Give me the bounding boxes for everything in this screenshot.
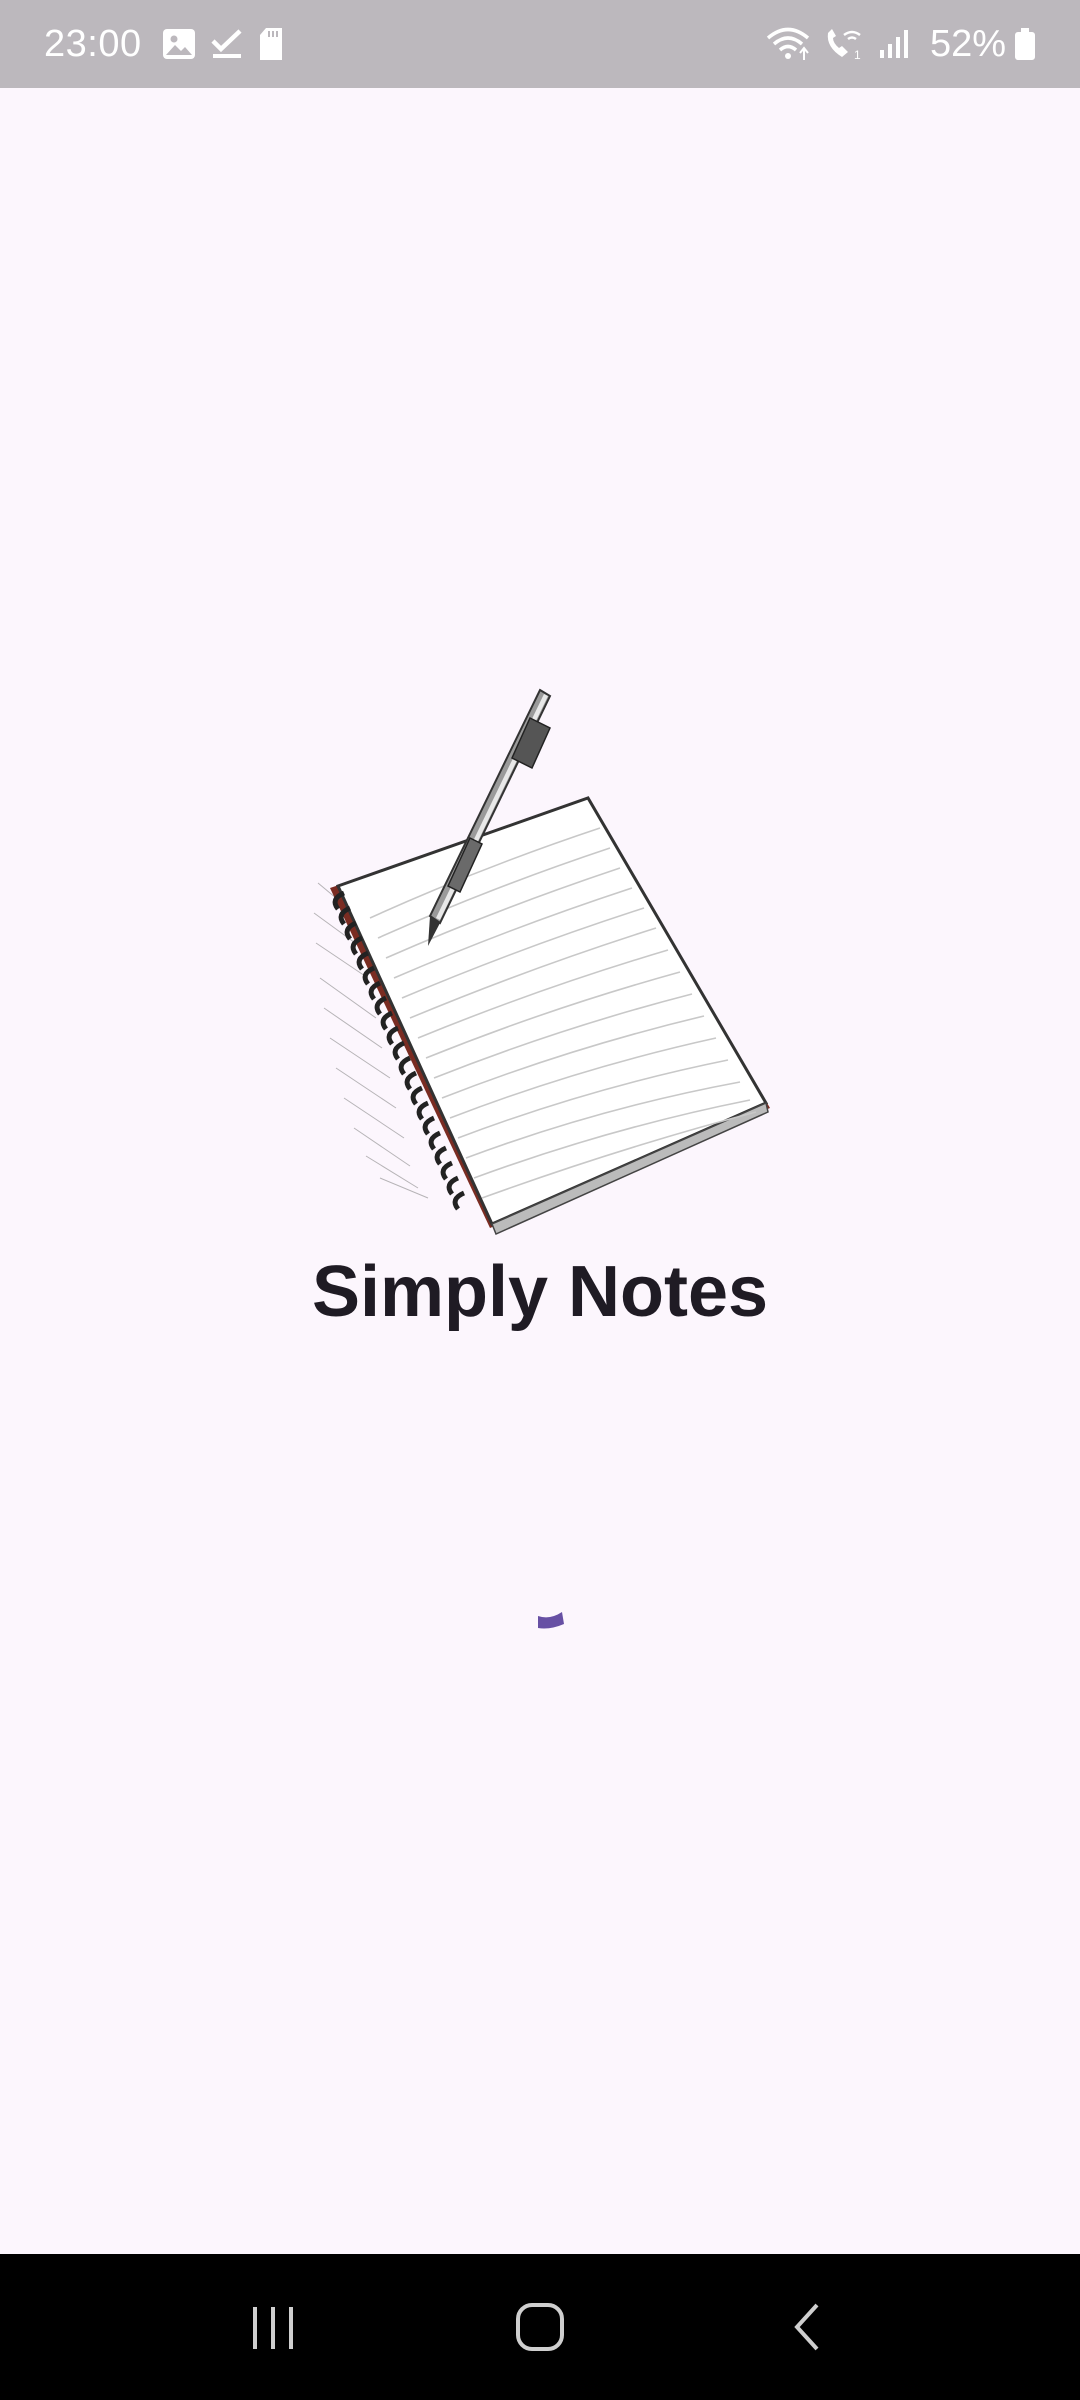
loading-indicator [530,1608,570,1638]
status-right: 1 52% [766,23,1036,66]
splash-screen: 23:00 1 52% Simply Notes [0,0,1080,2400]
wifi-calling-icon: 1 [824,27,864,61]
check-icon [210,28,244,60]
home-button[interactable] [480,2267,600,2387]
gallery-icon [162,28,196,60]
home-icon [515,2303,564,2351]
notebook-with-pen-icon [300,688,780,1248]
navigation-bar [0,2254,1080,2400]
back-icon [793,2303,819,2351]
recent-apps-icon [253,2307,294,2349]
recent-apps-button[interactable] [213,2267,333,2387]
status-bar: 23:00 1 52% [0,0,1080,88]
status-left: 23:00 [44,23,298,66]
wifi-icon [766,27,810,61]
app-title: Simply Notes [311,1252,769,1332]
svg-text:1: 1 [854,48,861,61]
splash-content: Simply Notes [0,88,1080,2254]
sd-card-icon [258,27,284,61]
battery-percent: 52% [929,22,1006,65]
status-time: 23:00 [44,22,142,65]
signal-icon [878,28,908,60]
battery-icon [1014,27,1036,61]
back-button[interactable] [747,2267,867,2387]
